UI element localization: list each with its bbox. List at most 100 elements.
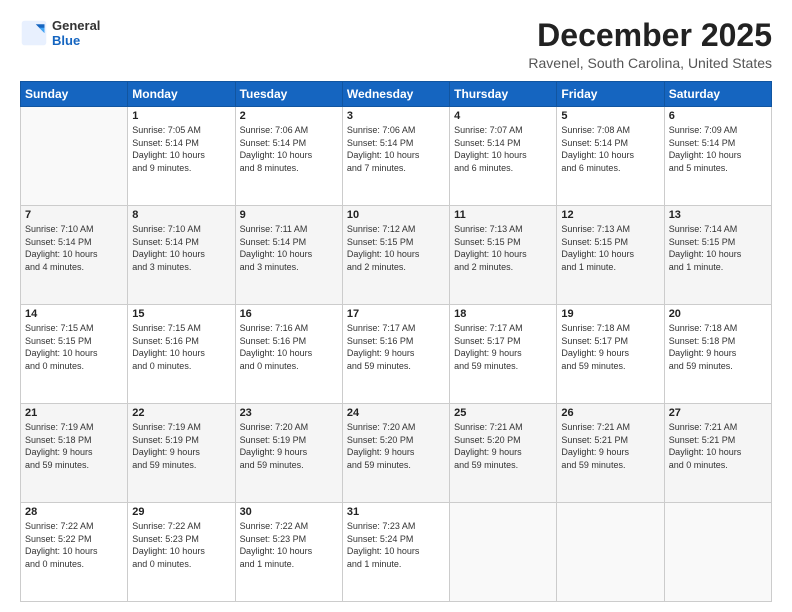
day-info: Sunrise: 7:20 AMSunset: 5:20 PMDaylight:… — [347, 421, 445, 471]
day-info: Sunrise: 7:21 AMSunset: 5:21 PMDaylight:… — [561, 421, 659, 471]
day-number: 21 — [25, 407, 123, 419]
day-number: 11 — [454, 209, 552, 221]
day-info: Sunrise: 7:21 AMSunset: 5:21 PMDaylight:… — [669, 421, 767, 471]
calendar-week-row: 28 Sunrise: 7:22 AMSunset: 5:22 PMDayligh… — [21, 503, 772, 602]
day-info: Sunrise: 7:20 AMSunset: 5:19 PMDaylight:… — [240, 421, 338, 471]
day-info: Sunrise: 7:23 AMSunset: 5:24 PMDaylight:… — [347, 520, 445, 570]
calendar-cell: 26 Sunrise: 7:21 AMSunset: 5:21 PMDayligh… — [557, 404, 664, 503]
day-info: Sunrise: 7:17 AMSunset: 5:16 PMDaylight:… — [347, 322, 445, 372]
calendar-week-row: 1 Sunrise: 7:05 AMSunset: 5:14 PMDaylight… — [21, 107, 772, 206]
calendar-cell: 5 Sunrise: 7:08 AMSunset: 5:14 PMDaylight… — [557, 107, 664, 206]
day-number: 30 — [240, 506, 338, 518]
calendar-cell: 16Sunrise: 7:16 AMSunset: 5:16 PMDayligh… — [235, 305, 342, 404]
page: General Blue December 2025 Ravenel, Sout… — [0, 0, 792, 612]
day-info: Sunrise: 7:19 AMSunset: 5:19 PMDaylight:… — [132, 421, 230, 471]
day-number: 4 — [454, 110, 552, 122]
weekday-header: Saturday — [664, 82, 771, 107]
weekday-header: Wednesday — [342, 82, 449, 107]
day-info: Sunrise: 7:17 AMSunset: 5:17 PMDaylight:… — [454, 322, 552, 372]
calendar-cell: 27 Sunrise: 7:21 AMSunset: 5:21 PMDayligh… — [664, 404, 771, 503]
calendar-cell: 12 Sunrise: 7:13 AMSunset: 5:15 PMDayligh… — [557, 206, 664, 305]
day-number: 8 — [132, 209, 230, 221]
day-info: Sunrise: 7:06 AMSunset: 5:14 PMDaylight:… — [347, 124, 445, 174]
day-number: 1 — [132, 110, 230, 122]
calendar-cell: 3 Sunrise: 7:06 AMSunset: 5:14 PMDaylight… — [342, 107, 449, 206]
calendar-cell: 14 Sunrise: 7:15 AMSunset: 5:15 PMDayligh… — [21, 305, 128, 404]
day-number: 28 — [25, 506, 123, 518]
calendar-cell: 23Sunrise: 7:20 AMSunset: 5:19 PMDayligh… — [235, 404, 342, 503]
day-info: Sunrise: 7:12 AMSunset: 5:15 PMDaylight:… — [347, 223, 445, 273]
location: Ravenel, South Carolina, United States — [528, 55, 772, 71]
calendar-cell: 10 Sunrise: 7:12 AMSunset: 5:15 PMDayligh… — [342, 206, 449, 305]
calendar-cell — [450, 503, 557, 602]
logo-text: General Blue — [52, 18, 100, 48]
day-number: 14 — [25, 308, 123, 320]
day-info: Sunrise: 7:21 AMSunset: 5:20 PMDaylight:… — [454, 421, 552, 471]
calendar-cell: 8 Sunrise: 7:10 AMSunset: 5:14 PMDaylight… — [128, 206, 235, 305]
weekday-header: Friday — [557, 82, 664, 107]
calendar-week-row: 14 Sunrise: 7:15 AMSunset: 5:15 PMDayligh… — [21, 305, 772, 404]
day-number: 12 — [561, 209, 659, 221]
day-number: 25 — [454, 407, 552, 419]
day-info: Sunrise: 7:18 AMSunset: 5:18 PMDaylight:… — [669, 322, 767, 372]
calendar-cell: 9 Sunrise: 7:11 AMSunset: 5:14 PMDaylight… — [235, 206, 342, 305]
calendar-cell: 13 Sunrise: 7:14 AMSunset: 5:15 PMDayligh… — [664, 206, 771, 305]
calendar-cell: 18 Sunrise: 7:17 AMSunset: 5:17 PMDayligh… — [450, 305, 557, 404]
calendar-cell: 28 Sunrise: 7:22 AMSunset: 5:22 PMDayligh… — [21, 503, 128, 602]
day-info: Sunrise: 7:15 AMSunset: 5:16 PMDaylight:… — [132, 322, 230, 372]
day-info: Sunrise: 7:14 AMSunset: 5:15 PMDaylight:… — [669, 223, 767, 273]
day-info: Sunrise: 7:13 AMSunset: 5:15 PMDaylight:… — [561, 223, 659, 273]
logo: General Blue — [20, 18, 100, 48]
day-info: Sunrise: 7:22 AMSunset: 5:22 PMDaylight:… — [25, 520, 123, 570]
calendar-week-row: 21Sunrise: 7:19 AMSunset: 5:18 PMDayligh… — [21, 404, 772, 503]
day-number: 15 — [132, 308, 230, 320]
day-number: 18 — [454, 308, 552, 320]
title-block: December 2025 Ravenel, South Carolina, U… — [528, 18, 772, 71]
calendar-cell: 25 Sunrise: 7:21 AMSunset: 5:20 PMDayligh… — [450, 404, 557, 503]
calendar-cell: 6Sunrise: 7:09 AMSunset: 5:14 PMDaylight… — [664, 107, 771, 206]
day-info: Sunrise: 7:11 AMSunset: 5:14 PMDaylight:… — [240, 223, 338, 273]
day-info: Sunrise: 7:08 AMSunset: 5:14 PMDaylight:… — [561, 124, 659, 174]
calendar-cell — [21, 107, 128, 206]
calendar-cell — [557, 503, 664, 602]
calendar-cell: 15 Sunrise: 7:15 AMSunset: 5:16 PMDayligh… — [128, 305, 235, 404]
day-number: 9 — [240, 209, 338, 221]
calendar-cell: 19 Sunrise: 7:18 AMSunset: 5:17 PMDayligh… — [557, 305, 664, 404]
calendar-cell: 31Sunrise: 7:23 AMSunset: 5:24 PMDayligh… — [342, 503, 449, 602]
day-info: Sunrise: 7:07 AMSunset: 5:14 PMDaylight:… — [454, 124, 552, 174]
day-info: Sunrise: 7:10 AMSunset: 5:14 PMDaylight:… — [132, 223, 230, 273]
day-info: Sunrise: 7:18 AMSunset: 5:17 PMDaylight:… — [561, 322, 659, 372]
day-number: 29 — [132, 506, 230, 518]
calendar-cell: 24 Sunrise: 7:20 AMSunset: 5:20 PMDayligh… — [342, 404, 449, 503]
calendar-cell: 22 Sunrise: 7:19 AMSunset: 5:19 PMDayligh… — [128, 404, 235, 503]
day-number: 26 — [561, 407, 659, 419]
day-info: Sunrise: 7:10 AMSunset: 5:14 PMDaylight:… — [25, 223, 123, 273]
calendar-cell: 4 Sunrise: 7:07 AMSunset: 5:14 PMDaylight… — [450, 107, 557, 206]
weekday-header: Tuesday — [235, 82, 342, 107]
day-number: 24 — [347, 407, 445, 419]
calendar-cell: 2Sunrise: 7:06 AMSunset: 5:14 PMDaylight… — [235, 107, 342, 206]
day-number: 13 — [669, 209, 767, 221]
day-info: Sunrise: 7:13 AMSunset: 5:15 PMDaylight:… — [454, 223, 552, 273]
calendar-cell: 7 Sunrise: 7:10 AMSunset: 5:14 PMDaylight… — [21, 206, 128, 305]
day-number: 20 — [669, 308, 767, 320]
calendar-cell: 20 Sunrise: 7:18 AMSunset: 5:18 PMDayligh… — [664, 305, 771, 404]
calendar-header-row: SundayMondayTuesdayWednesdayThursdayFrid… — [21, 82, 772, 107]
day-info: Sunrise: 7:05 AMSunset: 5:14 PMDaylight:… — [132, 124, 230, 174]
day-number: 5 — [561, 110, 659, 122]
calendar-table: SundayMondayTuesdayWednesdayThursdayFrid… — [20, 81, 772, 602]
day-info: Sunrise: 7:16 AMSunset: 5:16 PMDaylight:… — [240, 322, 338, 372]
day-number: 27 — [669, 407, 767, 419]
day-info: Sunrise: 7:22 AMSunset: 5:23 PMDaylight:… — [240, 520, 338, 570]
header: General Blue December 2025 Ravenel, Sout… — [20, 18, 772, 71]
calendar-cell: 17Sunrise: 7:17 AMSunset: 5:16 PMDayligh… — [342, 305, 449, 404]
day-number: 19 — [561, 308, 659, 320]
day-number: 10 — [347, 209, 445, 221]
day-number: 2 — [240, 110, 338, 122]
day-number: 7 — [25, 209, 123, 221]
day-number: 22 — [132, 407, 230, 419]
calendar-cell: 11 Sunrise: 7:13 AMSunset: 5:15 PMDayligh… — [450, 206, 557, 305]
day-info: Sunrise: 7:15 AMSunset: 5:15 PMDaylight:… — [25, 322, 123, 372]
day-number: 3 — [347, 110, 445, 122]
logo-icon — [20, 19, 48, 47]
